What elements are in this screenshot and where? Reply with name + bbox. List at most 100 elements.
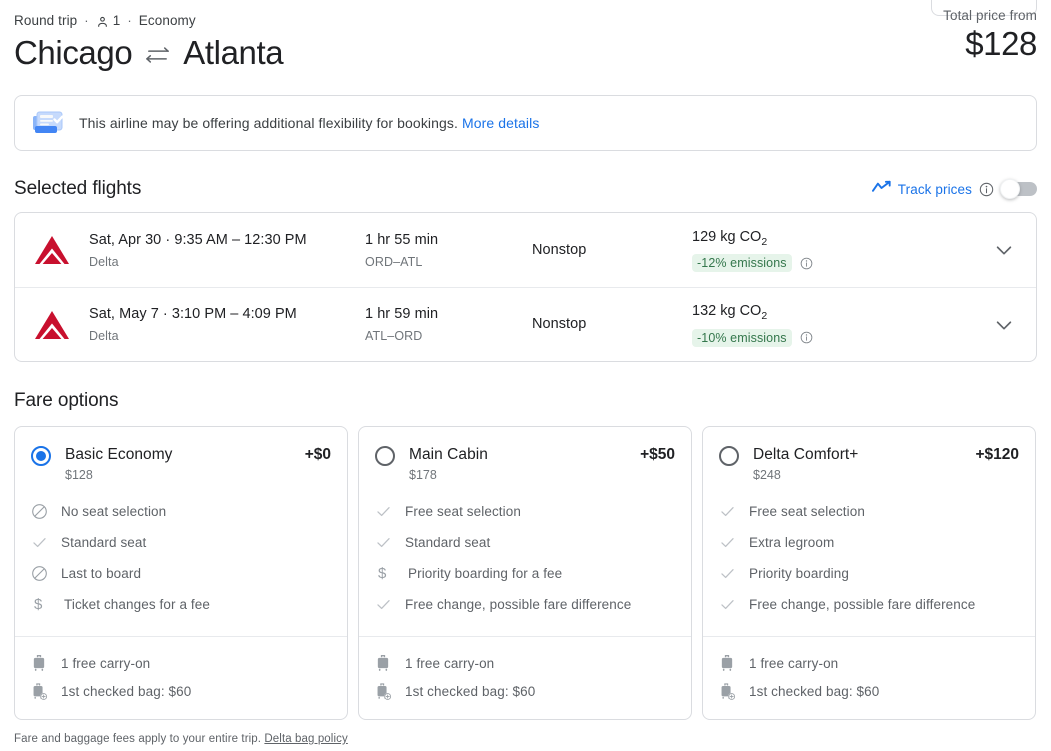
destination-city: Atlanta [183,34,284,71]
delta-logo [33,234,89,266]
flight-duration: 1 hr 59 min [365,306,439,322]
fare-feature-label: Standard seat [405,535,491,550]
info-icon[interactable] [979,182,994,197]
fare-price-delta: +$0 [304,446,331,463]
baggage-label: 1 free carry-on [749,655,839,671]
flight-duration-block: 1 hr 55 min ORD–ATL [365,231,532,270]
fare-feature: Free seat selection [719,496,1019,527]
fare-card-main-cabin[interactable]: Main Cabin $178 +$50 Free seat selection [358,426,692,720]
fare-feature: Standard seat [31,527,331,558]
carry-on-bag-icon [375,654,405,672]
fare-feature-label: Standard seat [61,535,147,550]
track-prices-label: Track prices [897,181,972,197]
baggage-item: 1st checked bag: $60 [375,677,675,705]
track-prices-control[interactable]: Track prices [871,179,1037,199]
fare-radio-button[interactable] [375,446,395,466]
fare-feature-label: Priority boarding [749,566,849,581]
fare-feature: Last to board [31,558,331,589]
flight-duration: 1 hr 55 min [365,231,439,248]
flight-route-codes: ORD–ATL [365,254,423,269]
fare-price-delta: +$120 [975,446,1019,463]
fare-feature-label: Extra legroom [749,535,835,550]
banner-text: This airline may be offering additional … [79,115,539,131]
check-icon [375,534,405,551]
dollar-icon: $ [378,565,387,582]
fare-feature-list: No seat selection Standard seat Last to … [31,496,331,620]
flight-airline: Delta [89,254,119,269]
flight-duration-block: 1 hr 59 min ATL–ORD [365,305,532,344]
selected-flights-title: Selected flights [14,178,142,199]
trending-up-icon [871,180,891,199]
fare-price-delta: +$50 [640,446,675,463]
flight-row[interactable]: Sat, Apr 30 · 9:35 AM – 12:30 PM Delta 1… [15,213,1036,287]
baggage-label: 1st checked bag: $60 [61,683,192,699]
flight-emissions-block: 129 kg CO2 -12% emissions [692,228,927,273]
check-icon [719,565,749,582]
fare-feature-label: No seat selection [61,504,167,519]
flight-route-codes: ATL–ORD [365,329,423,343]
flight-row[interactable]: Sat, May 7 · 3:10 PM – 4:09 PM Delta 1 h… [15,287,1036,361]
info-icon[interactable] [800,331,813,344]
delta-logo [33,309,89,341]
checked-bag-add-icon [719,682,749,701]
person-icon [96,15,109,29]
fare-radio-button[interactable] [719,446,739,466]
total-price-label: Total price from [943,8,1037,23]
page-header: Round trip · 1 · Economy Chicago Atlanta [14,0,1037,75]
fare-feature-label: Free seat selection [405,504,521,519]
fare-name-block: Delta Comfort+ $248 [753,445,975,483]
fare-feature: $ Priority boarding for a fee [375,558,675,589]
fare-radio-button[interactable] [31,446,51,466]
fare-feature-label: Priority boarding for a fee [408,566,563,581]
swap-arrows-icon [145,46,170,64]
flight-booking-page: Round trip · 1 · Economy Chicago Atlanta [0,0,1051,751]
carry-on-bag-icon [31,654,61,672]
flight-stops: Nonstop [532,316,587,332]
baggage-label: 1st checked bag: $60 [405,683,536,699]
fare-card-delta-comfort-plus[interactable]: Delta Comfort+ $248 +$120 Free seat sele… [702,426,1036,720]
check-icon [719,596,749,613]
baggage-label: 1 free carry-on [405,655,495,671]
flight-stops-block: Nonstop [532,315,692,334]
emissions-badge-row: -12% emissions [692,254,927,273]
checked-bag-add-icon [31,682,61,701]
fare-name: Main Cabin [409,446,488,463]
track-prices-toggle[interactable] [1000,179,1037,199]
flexibility-banner: This airline may be offering additional … [14,95,1037,151]
fare-price: $248 [753,468,781,482]
total-price-value: $128 [965,25,1037,62]
flight-stops: Nonstop [532,241,587,258]
fare-name: Delta Comfort+ [753,446,859,463]
flight-stops-block: Nonstop [532,241,692,260]
chevron-down-icon[interactable] [927,239,1036,261]
check-icon [719,503,749,520]
origin-city: Chicago [14,34,133,71]
fare-feature-list: Free seat selection Extra legroom Priori… [719,496,1019,620]
fare-name: Basic Economy [65,446,173,463]
status-badge: -12% emissions [692,254,792,273]
not-allowed-icon [31,503,61,520]
fare-feature: $ Ticket changes for a fee [31,589,331,620]
chevron-down-icon[interactable] [927,314,1036,336]
baggage-item: 1 free carry-on [375,649,675,677]
fare-feature: Free change, possible fare difference [719,589,1019,620]
fare-feature-label: Ticket changes for a fee [64,597,210,612]
info-icon[interactable] [800,257,813,270]
selected-flights-header: Selected flights Track prices [14,176,1037,202]
fare-price: $128 [65,468,93,482]
check-icon [719,534,749,551]
fare-options-list: Basic Economy $128 +$0 No seat selection [14,426,1037,720]
fare-feature: Free change, possible fare difference [375,589,675,620]
baggage-item: 1st checked bag: $60 [719,677,1019,705]
fare-card-top: Basic Economy $128 +$0 No seat selection [15,427,347,636]
fare-feature: Extra legroom [719,527,1019,558]
emissions-value: 129 kg CO [692,228,762,245]
fare-name-block: Main Cabin $178 [409,445,640,483]
fare-card-basic-economy[interactable]: Basic Economy $128 +$0 No seat selection [14,426,348,720]
status-badge: -10% emissions [692,328,792,347]
banner-message: This airline may be offering additional … [79,115,458,131]
more-details-link[interactable]: More details [462,115,539,131]
delta-bag-policy-link[interactable]: Delta bag policy [264,733,347,745]
separator-1: · [84,12,89,28]
fare-feature: Free seat selection [375,496,675,527]
